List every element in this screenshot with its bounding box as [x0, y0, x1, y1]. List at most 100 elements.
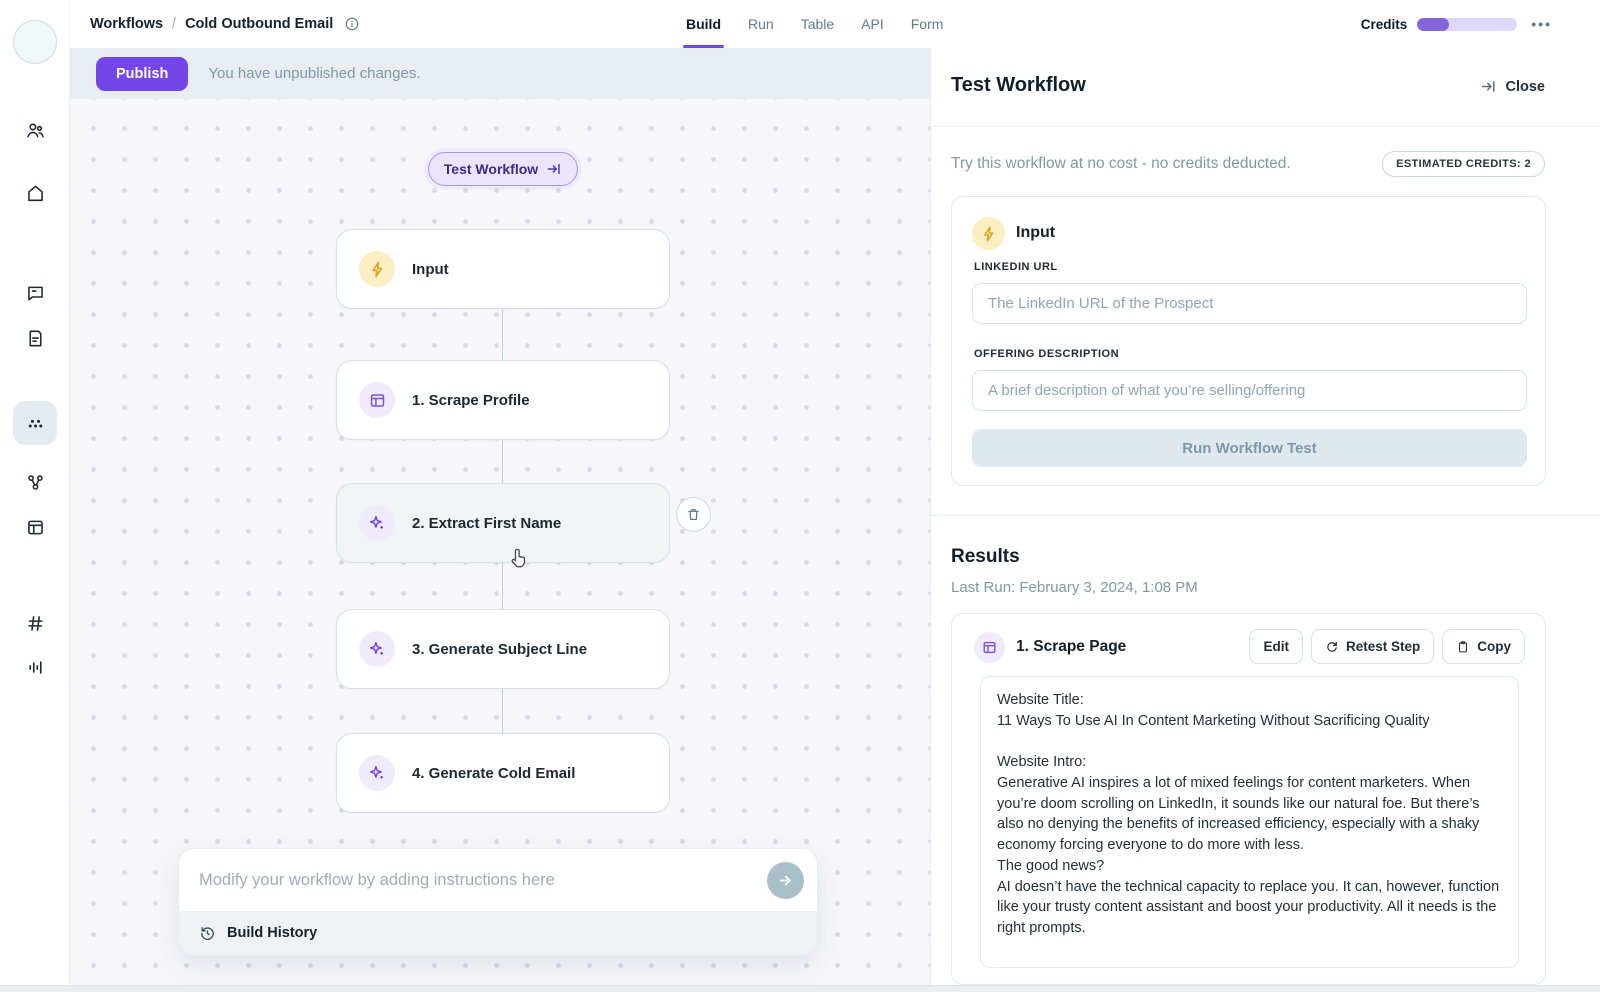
test-workflow-button-label: Test Workflow — [443, 161, 539, 177]
tab-form[interactable]: Form — [911, 0, 944, 48]
bottom-edge-strip — [0, 985, 1600, 992]
step-output-text: Website Title: 11 Ways To Use AI In Cont… — [980, 676, 1519, 968]
last-run-timestamp: Last Run: February 3, 2024, 1:08 PM — [951, 579, 1198, 596]
test-workflow-panel: Test Workflow Close Try this workflow at… — [930, 48, 1600, 992]
people-icon — [26, 123, 44, 137]
node-extract-first-name[interactable]: 2. Extract First Name — [336, 483, 670, 563]
chat-bubble-icon — [27, 286, 43, 301]
info-icon[interactable] — [344, 16, 360, 32]
test-workflow-button[interactable]: Test Workflow — [428, 152, 578, 186]
sidebar-item-home[interactable] — [13, 171, 57, 215]
send-button[interactable] — [767, 861, 804, 899]
workflow-assistant-box: Build History — [178, 848, 818, 956]
input-card-title: Input — [1016, 224, 1056, 241]
run-workflow-test-button[interactable]: Run Workflow Test — [972, 429, 1527, 467]
tab-api[interactable]: API — [861, 0, 884, 48]
breadcrumb-root[interactable]: Workflows — [90, 16, 163, 32]
retest-step-button[interactable]: Retest Step — [1310, 629, 1435, 664]
document-icon — [28, 330, 42, 346]
tab-table[interactable]: Table — [801, 0, 834, 48]
unpublished-changes-banner: Publish You have unpublished changes. — [70, 48, 930, 99]
offering-description-field[interactable] — [972, 370, 1527, 411]
offering-description-label: OFFERING DESCRIPTION — [974, 348, 1120, 360]
connector-line — [502, 309, 503, 360]
connector-line — [502, 689, 503, 733]
sidebar-item-people[interactable] — [13, 108, 57, 152]
node-input[interactable]: Input — [336, 229, 670, 309]
node-label: 1. Scrape Profile — [412, 391, 530, 409]
credits-progress-track — [1417, 17, 1518, 31]
credits-meter: Credits ••• — [1361, 0, 1552, 48]
node-generate-subject-line[interactable]: 3. Generate Subject Line — [336, 609, 670, 689]
edit-button-label: Edit — [1263, 639, 1289, 654]
arrow-into-bar-icon — [547, 163, 560, 175]
panel-header: Test Workflow Close — [931, 48, 1600, 127]
breadcrumb: Workflows / Cold Outbound Email — [90, 0, 360, 48]
workflow-canvas[interactable]: Test Workflow Input 1. Scrape Profile 2.… — [70, 99, 930, 985]
browser-window-icon — [359, 382, 395, 418]
connector-line — [502, 440, 503, 483]
tab-run[interactable]: Run — [748, 0, 774, 48]
hash-icon — [27, 615, 43, 631]
overflow-menu-icon[interactable]: ••• — [1531, 16, 1552, 32]
breadcrumb-current: Cold Outbound Email — [185, 16, 334, 32]
left-sidebar — [0, 0, 70, 992]
breadcrumb-separator: / — [172, 16, 177, 32]
results-heading: Results — [951, 546, 1020, 567]
ai-sparkle-icon — [359, 631, 395, 667]
step-actions: Edit Retest Step Copy — [1249, 629, 1525, 664]
delete-step-button[interactable] — [676, 497, 711, 532]
lightning-bolt-icon — [359, 251, 395, 287]
history-icon — [201, 926, 214, 940]
retest-step-label: Retest Step — [1345, 639, 1421, 654]
trash-icon — [688, 508, 699, 521]
home-icon — [27, 185, 43, 201]
sidebar-item-document[interactable] — [13, 316, 57, 360]
estimated-credits-badge: ESTIMATED CREDITS: 2 — [1382, 151, 1545, 177]
ai-sparkle-icon — [359, 755, 395, 791]
waveform-icon — [28, 660, 42, 674]
sidebar-item-chat[interactable] — [13, 271, 57, 315]
sidebar-item-tables[interactable] — [13, 505, 57, 549]
send-arrow-icon — [779, 875, 791, 885]
node-label: 2. Extract First Name — [412, 514, 562, 532]
instruction-input-row — [179, 849, 817, 911]
instruction-input[interactable] — [199, 870, 757, 890]
credits-progress-fill — [1417, 17, 1450, 31]
node-label: 4. Generate Cold Email — [412, 764, 576, 782]
sidebar-item-hash[interactable] — [13, 601, 57, 645]
panel-title: Test Workflow — [951, 74, 1086, 96]
close-label: Close — [1505, 78, 1546, 95]
browser-window-icon — [974, 632, 1005, 663]
node-label: Input — [412, 260, 449, 278]
tab-build[interactable]: Build — [683, 0, 724, 48]
no-cost-message: Try this workflow at no cost - no credit… — [951, 155, 1291, 172]
node-generate-cold-email[interactable]: 4. Generate Cold Email — [336, 733, 670, 813]
branch-icon — [27, 474, 43, 490]
sidebar-item-branch[interactable] — [13, 460, 57, 504]
unpublished-changes-message: You have unpublished changes. — [208, 65, 421, 82]
node-scrape-profile[interactable]: 1. Scrape Profile — [336, 360, 670, 440]
credits-label: Credits — [1360, 16, 1408, 32]
connector-line — [502, 563, 503, 609]
copy-button[interactable]: Copy — [1442, 629, 1525, 664]
table-layout-icon — [27, 520, 43, 534]
linkedin-url-label: LINKEDIN URL — [974, 261, 1058, 273]
dots-grid-icon — [28, 419, 42, 427]
arrow-into-bar-icon — [1481, 81, 1495, 92]
input-card: Input LINKEDIN URL OFFERING DESCRIPTION … — [951, 196, 1546, 486]
ai-sparkle-icon — [359, 505, 395, 541]
user-avatar[interactable] — [13, 20, 57, 64]
publish-button[interactable]: Publish — [96, 56, 189, 91]
close-panel-button[interactable]: Close — [1480, 78, 1546, 95]
top-bar: Workflows / Cold Outbound Email Build Ru… — [70, 0, 1600, 48]
edit-button[interactable]: Edit — [1249, 629, 1303, 664]
node-label: 3. Generate Subject Line — [412, 640, 588, 658]
lightning-bolt-icon — [972, 217, 1005, 250]
result-step-title: 1. Scrape Page — [1016, 638, 1127, 655]
sidebar-item-audio[interactable] — [13, 645, 57, 689]
linkedin-url-field[interactable] — [972, 283, 1527, 324]
build-history-button[interactable]: Build History — [179, 911, 817, 955]
sidebar-item-workflows[interactable] — [13, 401, 57, 445]
section-divider — [931, 515, 1600, 516]
